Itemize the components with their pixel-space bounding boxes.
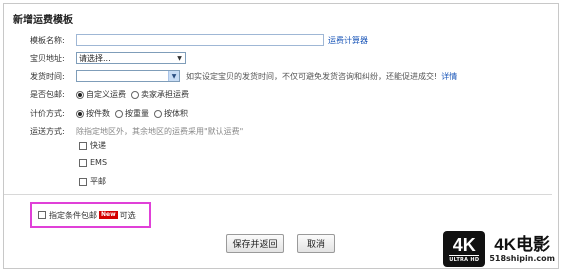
shipping-calculator-link[interactable]: 运费计算器 — [328, 35, 368, 46]
new-badge: New — [99, 211, 118, 219]
save-and-return-button[interactable]: 保存并返回 — [226, 234, 284, 253]
delivery-hint: 除指定地区外，其余地区的运费采用"默认运费" — [76, 127, 244, 136]
free-shipping-label: 是否包邮: — [30, 90, 65, 99]
chevron-down-icon: ▼ — [177, 54, 182, 62]
section-divider — [4, 194, 552, 195]
checkbox-icon — [79, 141, 87, 150]
ship-time-details-link[interactable]: 详情 — [441, 71, 457, 82]
radio-empty-icon — [154, 109, 162, 118]
radio-by-piece[interactable]: 按件数 — [76, 108, 110, 119]
radio-selected-icon — [76, 109, 84, 118]
radio-by-volume[interactable]: 按体积 — [154, 108, 188, 119]
optional-label: 可选 — [119, 210, 136, 220]
method-surface-mail[interactable]: 平邮 — [79, 176, 106, 187]
location-label: 宝贝地址: — [30, 53, 65, 63]
radio-empty-icon — [131, 90, 139, 99]
radio-custom-shipping[interactable]: 自定义运费 — [76, 89, 126, 100]
watermark-logo: 4K ULTRA HD 4K电影 518shipin.com — [443, 231, 555, 267]
watermark-site: 518shipin.com — [489, 254, 555, 263]
ship-time-select[interactable]: ▼ — [76, 70, 180, 82]
ship-time-row: 发货时间: ▼ 如实设定宝贝的发货时间，不仅可避免发货咨询和纠纷，还能促进成交!… — [30, 70, 457, 82]
watermark-brand: 4K电影 — [494, 235, 551, 254]
location-select[interactable]: 请选择... ▼ — [76, 52, 186, 64]
location-select-value: 请选择... — [79, 53, 111, 63]
uhd-badge: 4K ULTRA HD — [443, 231, 486, 267]
radio-empty-icon — [115, 109, 123, 118]
radio-by-weight[interactable]: 按重量 — [115, 108, 149, 119]
ship-time-hint: 如实设定宝贝的发货时间，不仅可避免发货咨询和纠纷，还能促进成交! — [186, 71, 438, 81]
location-row: 宝贝地址: 请选择... ▼ — [30, 52, 186, 64]
method-express[interactable]: 快递 — [79, 140, 106, 151]
chevron-down-icon: ▼ — [168, 71, 179, 81]
conditional-free-shipping[interactable]: 指定条件包邮 New 可选 — [30, 202, 151, 228]
cancel-button[interactable]: 取消 — [297, 234, 335, 253]
delivery-label: 运送方式: — [30, 127, 65, 136]
checkbox-icon — [79, 177, 87, 186]
pricing-row: 计价方式: 按件数 按重量 按体积 — [30, 108, 193, 119]
free-shipping-row: 是否包邮: 自定义运费 卖家承担运费 — [30, 89, 194, 100]
page-title: 新增运费模板 — [13, 15, 73, 26]
template-name-label: 模板名称: — [30, 35, 65, 45]
radio-selected-icon — [76, 90, 84, 99]
delivery-row: 运送方式: 除指定地区外，其余地区的运费采用"默认运费" — [30, 126, 243, 137]
checkbox-icon — [38, 211, 46, 219]
radio-seller-pays[interactable]: 卖家承担运费 — [131, 89, 189, 100]
conditional-free-label: 指定条件包邮 — [49, 210, 97, 220]
template-name-input[interactable] — [76, 34, 324, 46]
method-ems[interactable]: EMS — [79, 158, 107, 167]
checkbox-icon — [79, 158, 87, 167]
pricing-label: 计价方式: — [30, 109, 65, 118]
template-name-row: 模板名称: 运费计算器 — [30, 34, 368, 46]
ship-time-label: 发货时间: — [30, 71, 65, 81]
